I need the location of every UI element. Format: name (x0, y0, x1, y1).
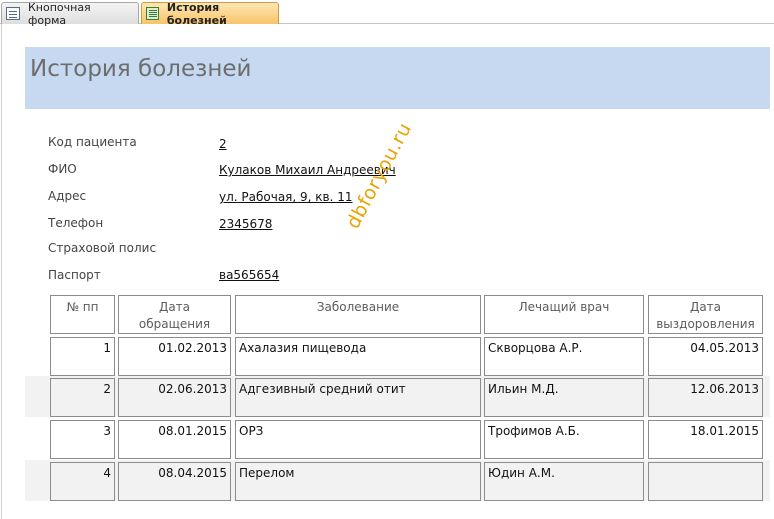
report-left-border (1, 24, 2, 519)
table-cell-recovery-date (648, 462, 763, 501)
field-label-passport: Паспорт (48, 268, 101, 282)
table-cell-doctor: Юдин А.М. (484, 462, 644, 501)
table-cell-recovery-date: 04.05.2013 (648, 337, 763, 376)
table-cell-doctor: Скворцова А.Р. (484, 337, 644, 376)
field-label-insurance-policy: Страховой полис (48, 241, 157, 255)
table-cell-visit-date: 02.06.2013 (118, 378, 231, 417)
tab-label: Кнопочная форма (27, 0, 91, 27)
table-cell-visit-date: 08.04.2015 (118, 462, 231, 501)
field-label-patient-code: Код пациента (48, 135, 137, 149)
field-value-passport: ва565654 (219, 268, 280, 282)
table-cell-disease: Перелом (235, 462, 481, 501)
field-label-address: Адрес (48, 189, 87, 203)
table-cell-disease: Адгезивный средний отит (235, 378, 481, 417)
table-cell-doctor: Трофимов А.Б. (484, 420, 644, 459)
table-cell-number: 1 (50, 337, 115, 376)
column-header-doctor: Лечащий врач (484, 295, 644, 334)
column-header-disease: Заболевание (235, 295, 481, 334)
column-header-visit-date: Дата обращения (118, 295, 231, 334)
report-header: История болезней (25, 47, 770, 109)
field-value-phone: 2345678 (219, 217, 273, 231)
field-label-full-name: ФИО (48, 162, 77, 176)
table-cell-number: 2 (50, 378, 115, 417)
tab-label: История болезней (166, 0, 227, 27)
column-header-recovery-date: Дата выздоровления (648, 295, 763, 334)
column-header-number: № пп (50, 295, 115, 334)
table-cell-disease: Ахалазия пищевода (235, 337, 481, 376)
table-cell-visit-date: 01.02.2013 (118, 337, 231, 376)
table-cell-number: 3 (50, 420, 115, 459)
table-cell-recovery-date: 18.01.2015 (648, 420, 763, 459)
table-cell-doctor: Ильин М.Д. (484, 378, 644, 417)
field-label-phone: Телефон (48, 216, 104, 230)
table-cell-visit-date: 08.01.2015 (118, 420, 231, 459)
table-cell-disease: ОРЗ (235, 420, 481, 459)
table-cell-recovery-date: 12.06.2013 (648, 378, 763, 417)
report-title: История болезней (30, 56, 252, 82)
document-tab-bar: Кнопочная форма История болезней (0, 0, 774, 27)
table-cell-number: 4 (50, 462, 115, 501)
form-icon (6, 7, 20, 20)
report-icon (146, 7, 159, 20)
field-value-patient-code: 2 (219, 137, 227, 151)
tab-switchboard-form[interactable]: Кнопочная форма (1, 0, 139, 27)
field-value-address: ул. Рабочая, 9, кв. 11 (219, 190, 353, 204)
tab-disease-history[interactable]: История болезней (141, 0, 279, 27)
